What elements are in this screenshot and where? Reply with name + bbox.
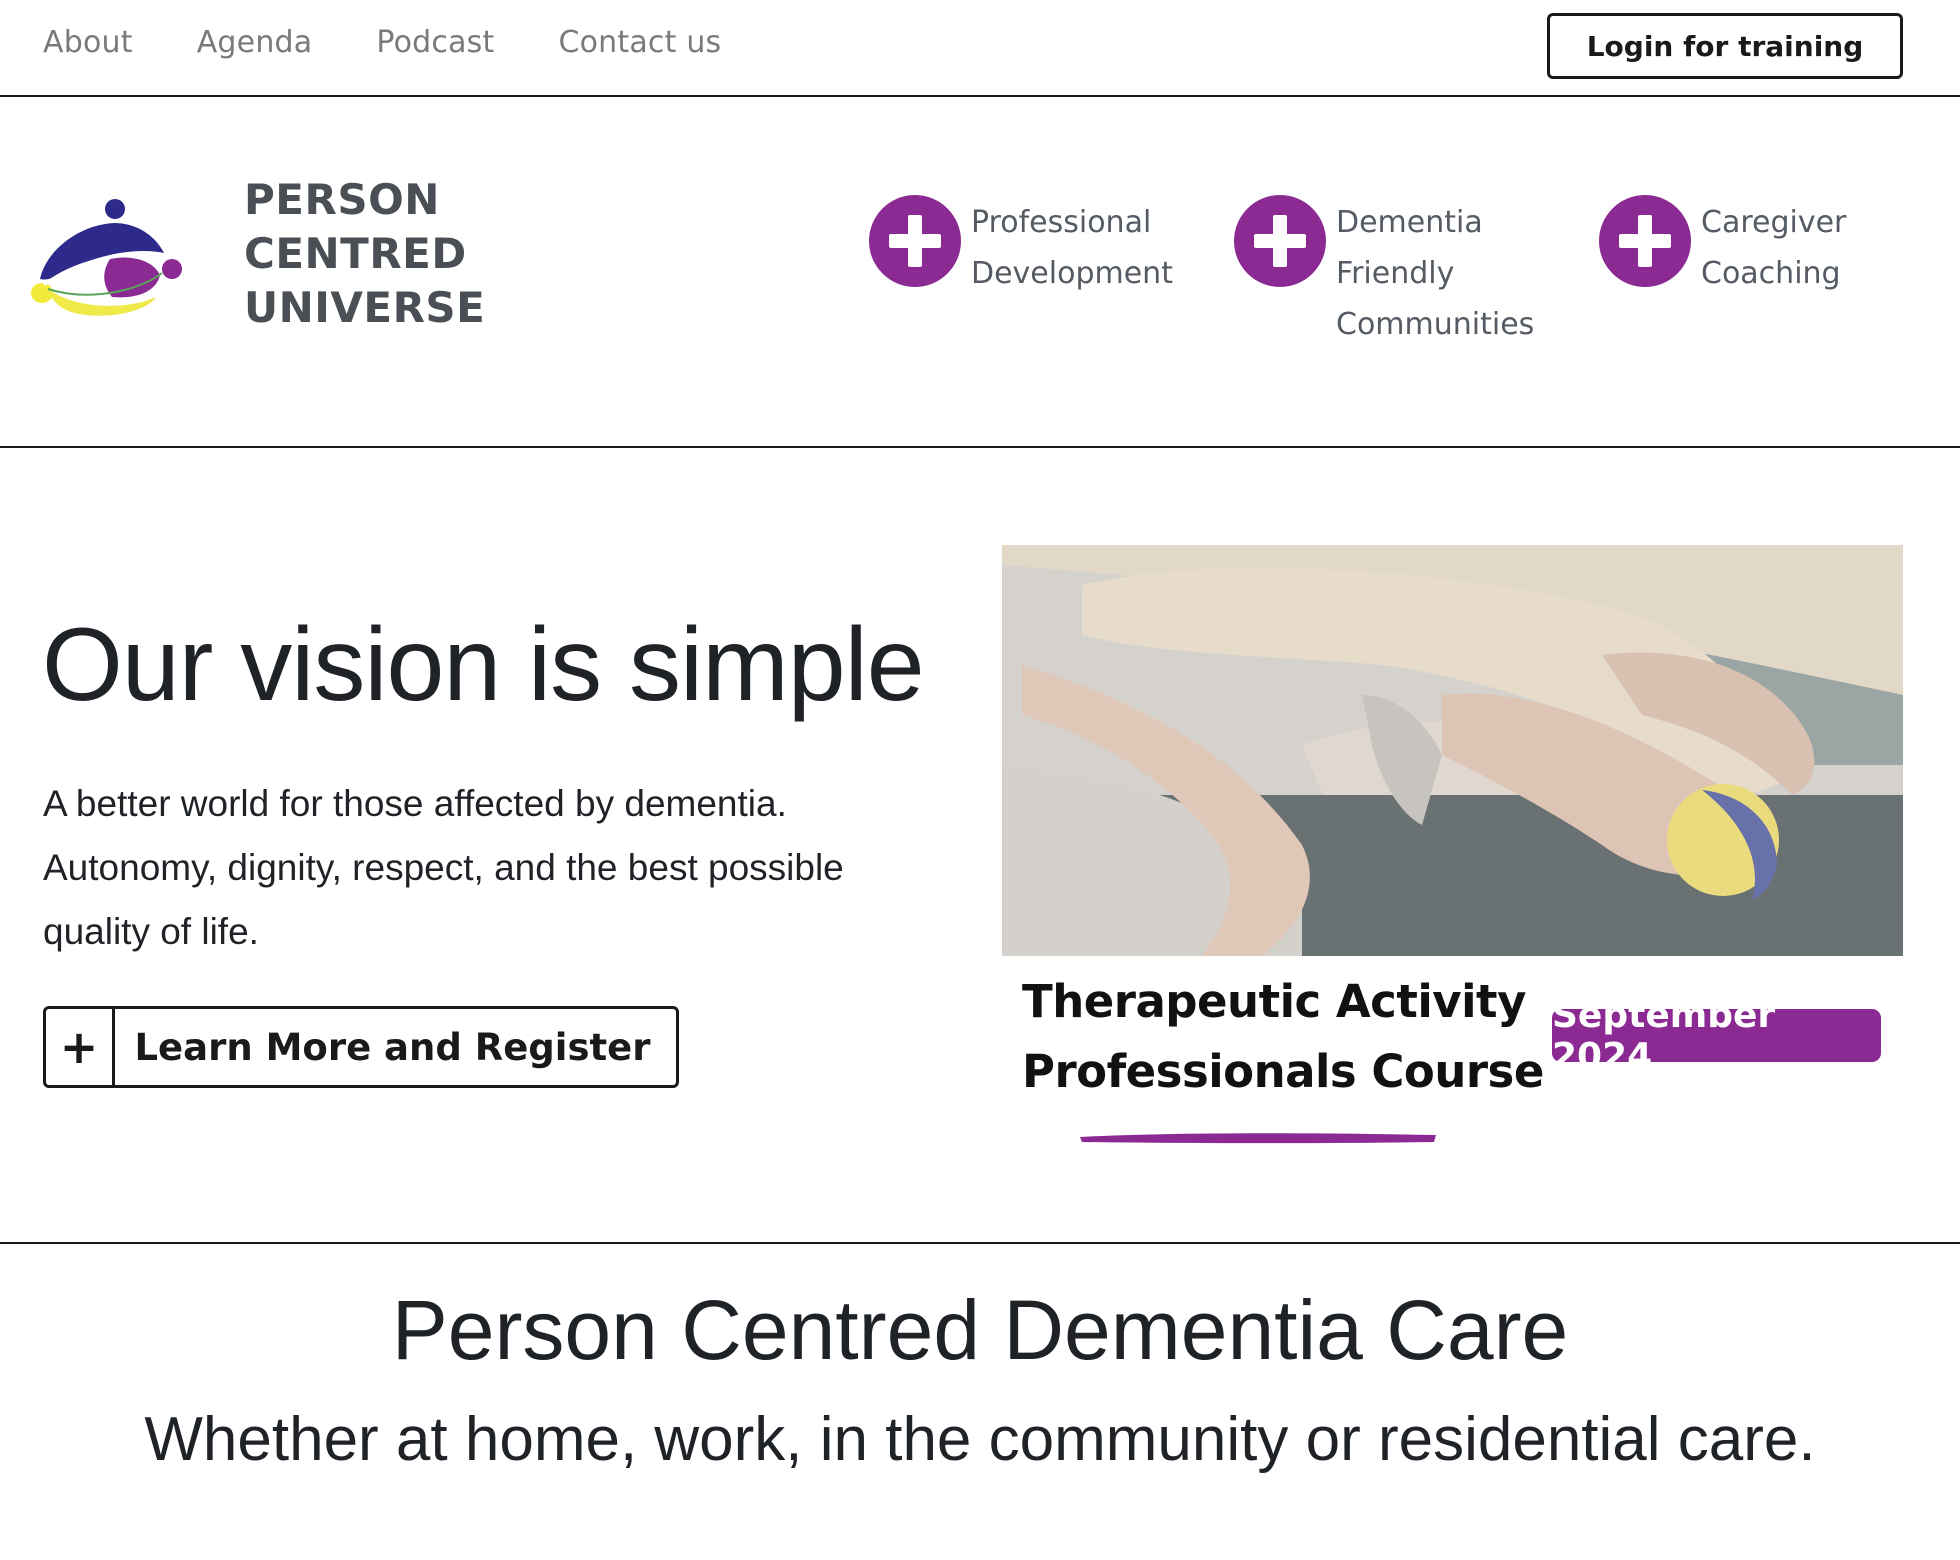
top-nav: About Agenda Podcast Contact us Login fo… [0,0,1960,97]
nav-link-agenda[interactable]: Agenda [197,25,313,60]
brush-underline [1080,1133,1436,1144]
service-professional-development[interactable]: Professional Development [869,195,1173,299]
brand-line: CENTRED [244,229,467,278]
service-label: Caregiver Coaching [1701,197,1846,299]
hero-description-line: quality of life. [43,911,259,952]
service-label: Professional Development [971,197,1173,299]
hero-description: A better world for those affected by dem… [43,772,943,964]
plus-icon: + [46,1009,115,1085]
service-label-line: Caregiver [1701,205,1847,240]
course-title-line: Professionals Course [1022,1045,1544,1098]
nav-link-contact[interactable]: Contact us [558,25,721,60]
date-badge: September 2024 [1552,995,1881,1077]
course-promo[interactable]: Therapeutic Activity Professionals Cours… [1002,545,1903,1145]
service-label-line: Professional [971,205,1152,240]
service-dementia-friendly-communities[interactable]: Dementia Friendly Communities [1234,195,1534,350]
section-title: Person Centred Dementia Care [391,1283,1569,1377]
login-button[interactable]: Login for training [1547,13,1903,79]
service-label-line: Friendly [1336,256,1455,291]
brand-line: PERSON [244,175,440,224]
plus-circle-icon [1599,195,1691,287]
service-label: Dementia Friendly Communities [1336,197,1534,350]
brand-name[interactable]: PERSON CENTRED UNIVERSE [244,173,485,335]
course-photo [1002,545,1903,956]
service-label-line: Development [971,256,1173,291]
service-label-line: Coaching [1701,256,1841,291]
plus-circle-icon [1234,195,1326,287]
hero-description-line: Autonomy, dignity, respect, and the best… [43,847,844,888]
nav-links: About Agenda Podcast Contact us [43,25,785,60]
brand-line: UNIVERSE [244,283,486,332]
hero-description-line: A better world for those affected by dem… [43,783,787,824]
nav-link-about[interactable]: About [43,25,133,60]
service-label-line: Communities [1336,307,1535,342]
section-subtitle: Whether at home, work, in the community … [144,1405,1816,1474]
service-label-line: Dementia [1336,205,1483,240]
plus-circle-icon [869,195,961,287]
logo-icon[interactable] [26,189,186,319]
learn-more-register-button[interactable]: + Learn More and Register [43,1006,679,1088]
learn-more-label: Learn More and Register [134,1025,651,1069]
section-divider [0,1242,1960,1244]
nav-link-podcast[interactable]: Podcast [376,25,494,60]
service-caregiver-coaching[interactable]: Caregiver Coaching [1599,195,1846,299]
hero-title: Our vision is simple [42,607,925,723]
course-title-line: Therapeutic Activity [1022,975,1526,1028]
site-header: PERSON CENTRED UNIVERSE Professional Dev… [0,97,1960,448]
course-title: Therapeutic Activity Professionals Cours… [1022,967,1544,1107]
